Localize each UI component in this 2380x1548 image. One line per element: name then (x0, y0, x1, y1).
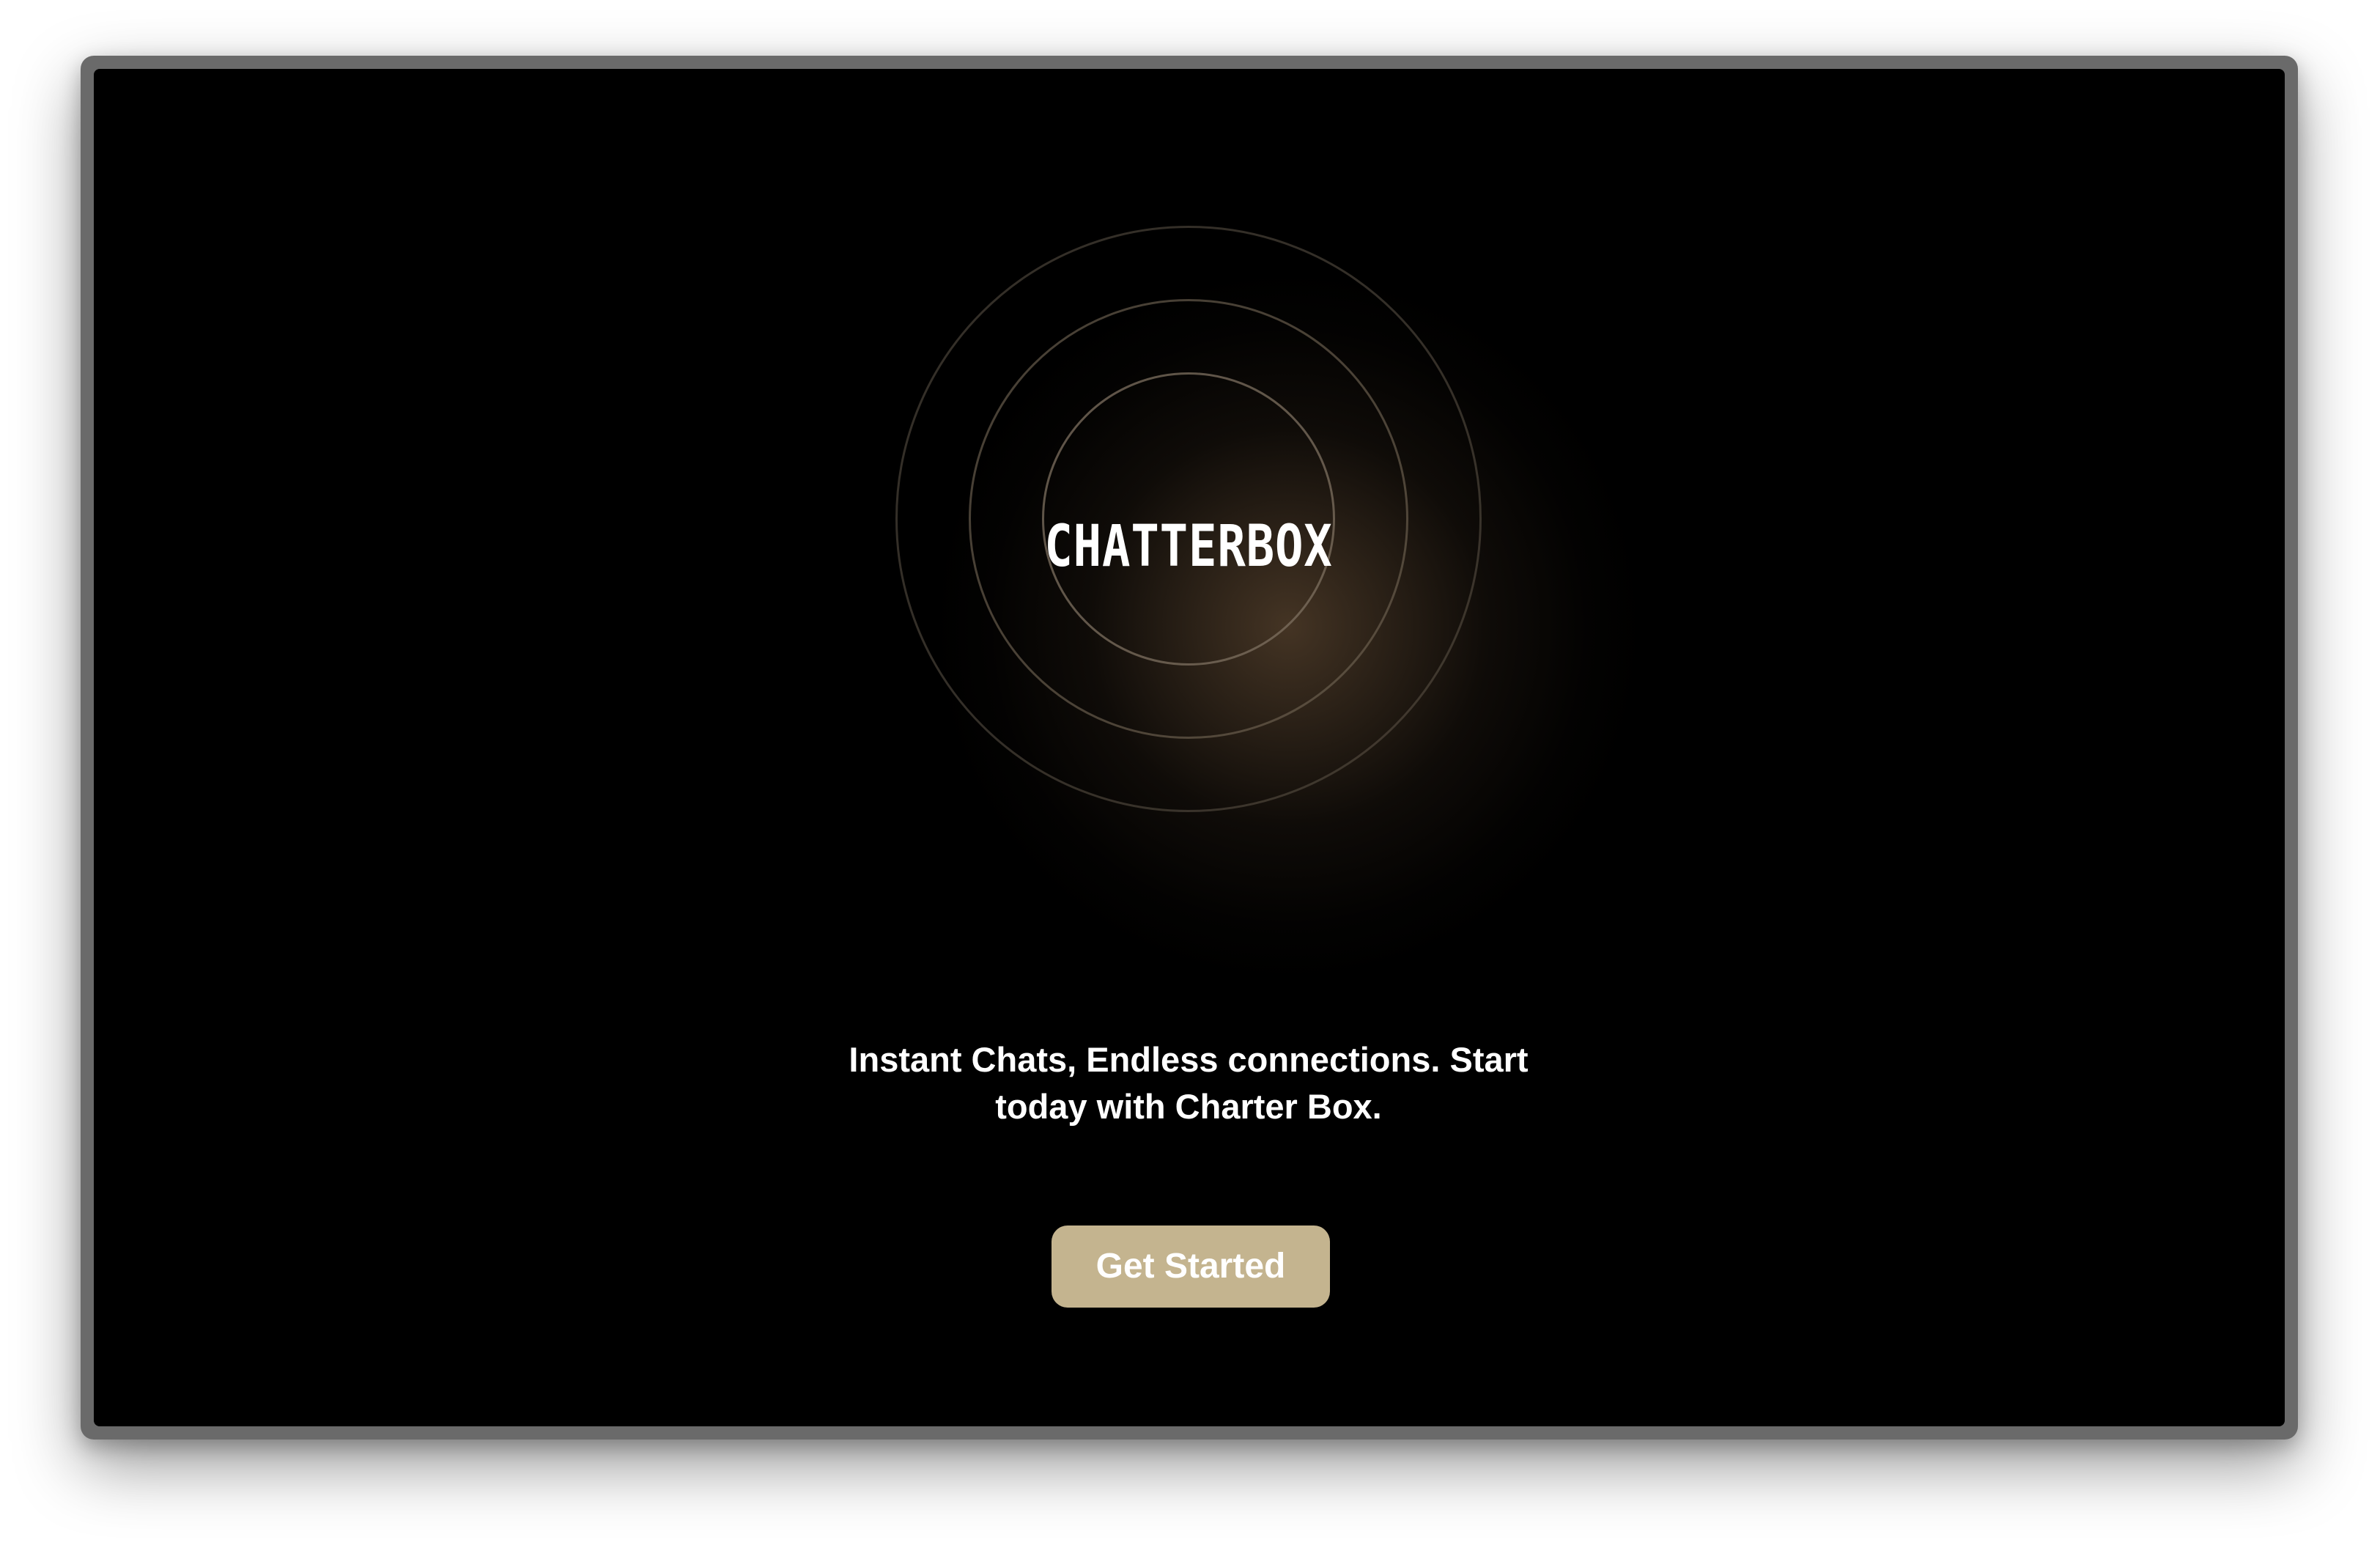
tagline-text: Instant Chats, Endless connections. Star… (849, 1040, 1529, 1126)
stage: CHATTERBOX Instant Chats, Endless connec… (0, 0, 2380, 1548)
welcome-screen: CHATTERBOX Instant Chats, Endless connec… (94, 69, 2285, 1426)
app-window: CHATTERBOX Instant Chats, Endless connec… (81, 56, 2298, 1440)
get-started-button[interactable]: Get Started (1052, 1226, 1330, 1308)
app-logo: CHATTERBOX (1044, 514, 1333, 580)
